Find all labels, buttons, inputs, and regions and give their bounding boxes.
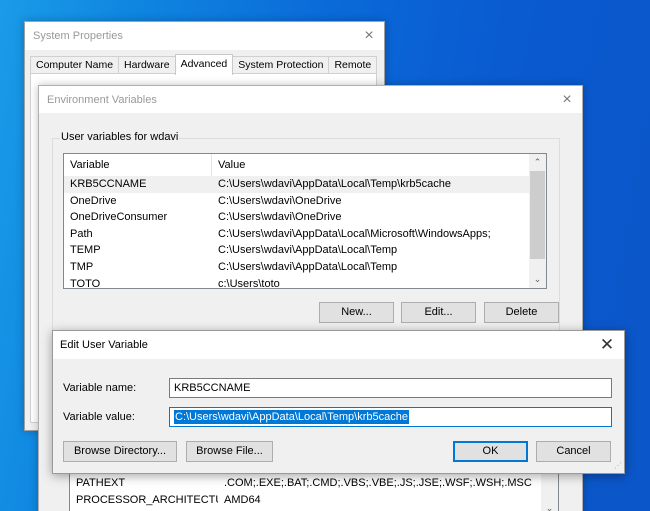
ok-button[interactable]: OK bbox=[453, 441, 528, 462]
variable-name: OneDrive bbox=[70, 194, 117, 207]
system-variables-list[interactable]: PATHEXT .COM;.EXE;.BAT;.CMD;.VBS;.VBE;.J… bbox=[69, 468, 559, 511]
variable-name-input[interactable]: KRB5CCNAME bbox=[169, 378, 612, 398]
vertical-scrollbar[interactable]: ⌄ bbox=[541, 469, 558, 511]
variable-name-label: Variable name: bbox=[63, 382, 137, 394]
tab-system-protection[interactable]: System Protection bbox=[232, 56, 330, 74]
variable-name: TMP bbox=[70, 260, 94, 273]
table-row[interactable]: PROCESSOR_ARCHITECTURE AMD64 bbox=[70, 492, 541, 509]
variable-value-label: Variable value: bbox=[63, 411, 135, 423]
resize-grip-icon[interactable]: ⋰ bbox=[612, 461, 622, 471]
close-icon[interactable]: × bbox=[360, 27, 378, 45]
environment-variables-title: Environment Variables bbox=[47, 94, 157, 106]
variable-name: OneDriveConsumer bbox=[70, 211, 168, 224]
variable-value-input-selected-text: C:\Users\wdavi\AppData\Local\Temp\krb5ca… bbox=[174, 410, 409, 424]
tab-advanced[interactable]: Advanced bbox=[174, 54, 234, 75]
user-variables-label: User variables for wdavi bbox=[60, 131, 180, 143]
close-icon[interactable]: ✕ bbox=[598, 336, 616, 354]
table-row[interactable]: OneDrive C:\Users\wdavi\OneDrive bbox=[64, 193, 529, 210]
variable-name: TEMP bbox=[70, 244, 101, 257]
variable-name: KRB5CCNAME bbox=[70, 178, 147, 190]
scroll-down-icon[interactable]: ⌄ bbox=[529, 271, 546, 288]
cancel-button[interactable]: Cancel bbox=[536, 441, 611, 462]
tab-computer-name[interactable]: Computer Name bbox=[30, 56, 120, 74]
variable-name: TOTO bbox=[70, 277, 101, 289]
variable-value: C:\Users\wdavi\AppData\Local\Temp bbox=[218, 260, 398, 273]
variable-name-input-value: KRB5CCNAME bbox=[174, 382, 251, 394]
tab-strip: Computer Name Hardware Advanced System P… bbox=[30, 54, 378, 75]
environment-variables-titlebar[interactable]: Environment Variables × bbox=[39, 86, 582, 113]
tab-remote[interactable]: Remote bbox=[328, 56, 378, 74]
variable-value: C:\Users\wdavi\OneDrive bbox=[218, 194, 342, 207]
variable-value: .COM;.EXE;.BAT;.CMD;.VBS;.VBE;.JS;.JSE;.… bbox=[224, 477, 532, 489]
variable-value: AMD64 bbox=[224, 493, 261, 506]
table-row[interactable]: PATHEXT .COM;.EXE;.BAT;.CMD;.VBS;.VBE;.J… bbox=[70, 475, 541, 492]
user-variables-rows: KRB5CCNAME C:\Users\wdavi\AppData\Local\… bbox=[64, 176, 529, 289]
close-icon[interactable]: × bbox=[558, 91, 576, 109]
scroll-up-icon[interactable]: ⌃ bbox=[529, 154, 546, 171]
edit-user-variable-titlebar[interactable]: Edit User Variable ✕ bbox=[53, 331, 624, 359]
system-properties-title: System Properties bbox=[33, 30, 123, 42]
browse-directory-button[interactable]: Browse Directory... bbox=[63, 441, 177, 462]
variable-value: c:\Users\toto bbox=[218, 277, 280, 289]
edit-user-variable-title: Edit User Variable bbox=[60, 339, 148, 351]
variable-value-input[interactable]: C:\Users\wdavi\AppData\Local\Temp\krb5ca… bbox=[169, 407, 612, 427]
variable-value: C:\Users\wdavi\AppData\Local\Microsoft\W… bbox=[218, 227, 491, 240]
edit-user-variable-dialog: Edit User Variable ✕ Variable name: KRB5… bbox=[52, 330, 625, 474]
vertical-scrollbar[interactable]: ⌃ ⌄ bbox=[529, 154, 546, 288]
table-row[interactable]: TEMP C:\Users\wdavi\AppData\Local\Temp bbox=[64, 242, 529, 259]
variable-name: PATHEXT bbox=[76, 477, 126, 489]
table-row[interactable]: TMP C:\Users\wdavi\AppData\Local\Temp bbox=[64, 259, 529, 276]
edit-button[interactable]: Edit... bbox=[401, 302, 476, 323]
scroll-down-icon[interactable]: ⌄ bbox=[541, 500, 558, 511]
tab-hardware[interactable]: Hardware bbox=[118, 56, 176, 74]
variable-value: C:\Users\wdavi\AppData\Local\Temp bbox=[218, 244, 398, 257]
system-variables-rows: PATHEXT .COM;.EXE;.BAT;.CMD;.VBS;.VBE;.J… bbox=[70, 469, 541, 508]
column-header-variable[interactable]: Variable bbox=[64, 154, 212, 176]
table-row[interactable]: Path C:\Users\wdavi\AppData\Local\Micros… bbox=[64, 226, 529, 243]
scrollbar-thumb[interactable] bbox=[530, 171, 545, 259]
user-variables-list[interactable]: Variable Value KRB5CCNAME C:\Users\wdavi… bbox=[63, 153, 547, 289]
delete-button[interactable]: Delete bbox=[484, 302, 559, 323]
variable-name: Path bbox=[70, 227, 93, 240]
table-row[interactable]: OneDriveConsumer C:\Users\wdavi\OneDrive bbox=[64, 209, 529, 226]
table-row[interactable]: TOTO c:\Users\toto bbox=[64, 276, 529, 289]
column-header-value[interactable]: Value bbox=[212, 154, 529, 176]
new-button[interactable]: New... bbox=[319, 302, 394, 323]
browse-file-button[interactable]: Browse File... bbox=[186, 441, 273, 462]
variable-value: C:\Users\wdavi\OneDrive bbox=[218, 211, 342, 224]
variable-value: C:\Users\wdavi\AppData\Local\Temp\krb5ca… bbox=[218, 178, 451, 190]
variable-name: PROCESSOR_ARCHITECTURE bbox=[76, 493, 218, 506]
list-header: Variable Value bbox=[64, 154, 529, 176]
system-properties-titlebar[interactable]: System Properties × bbox=[25, 22, 384, 50]
table-row[interactable]: KRB5CCNAME C:\Users\wdavi\AppData\Local\… bbox=[64, 176, 529, 193]
